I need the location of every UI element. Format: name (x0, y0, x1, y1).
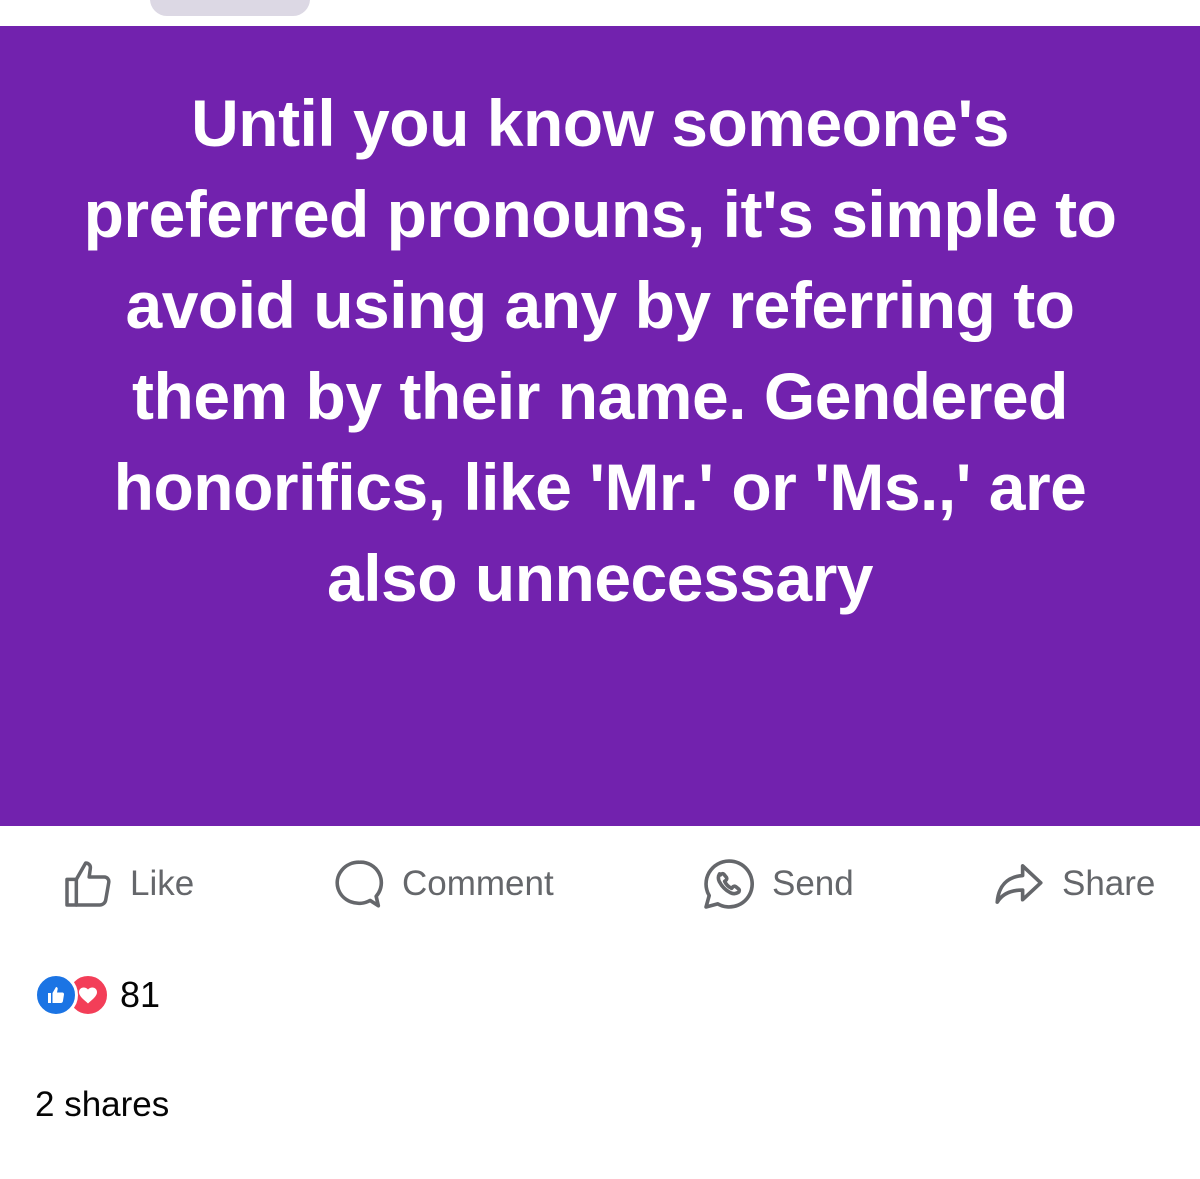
messenger-icon (700, 855, 758, 913)
like-button[interactable]: Like (60, 852, 194, 916)
share-button[interactable]: Share (990, 852, 1155, 916)
comment-button[interactable]: Comment (330, 852, 554, 916)
top-strip (0, 0, 1200, 26)
like-label: Like (130, 864, 195, 903)
post-background-card: Until you know someone's preferred prono… (0, 26, 1200, 826)
post-action-bar: Like Comment Send Share (0, 840, 1200, 930)
comment-label: Comment (402, 864, 554, 903)
share-label: Share (1062, 864, 1156, 903)
comment-bubble-icon (330, 855, 388, 913)
shares-count[interactable]: 2 shares (35, 1085, 169, 1125)
reactions-summary[interactable]: 81 (34, 970, 160, 1020)
post-text: Until you know someone's preferred prono… (83, 86, 1117, 615)
like-reaction-icon (34, 973, 78, 1017)
send-label: Send (772, 864, 854, 903)
send-button[interactable]: Send (700, 852, 854, 916)
share-arrow-icon (990, 855, 1048, 913)
top-pill-element (150, 0, 310, 16)
reaction-count: 81 (120, 974, 161, 1015)
thumbs-up-icon (60, 856, 116, 912)
